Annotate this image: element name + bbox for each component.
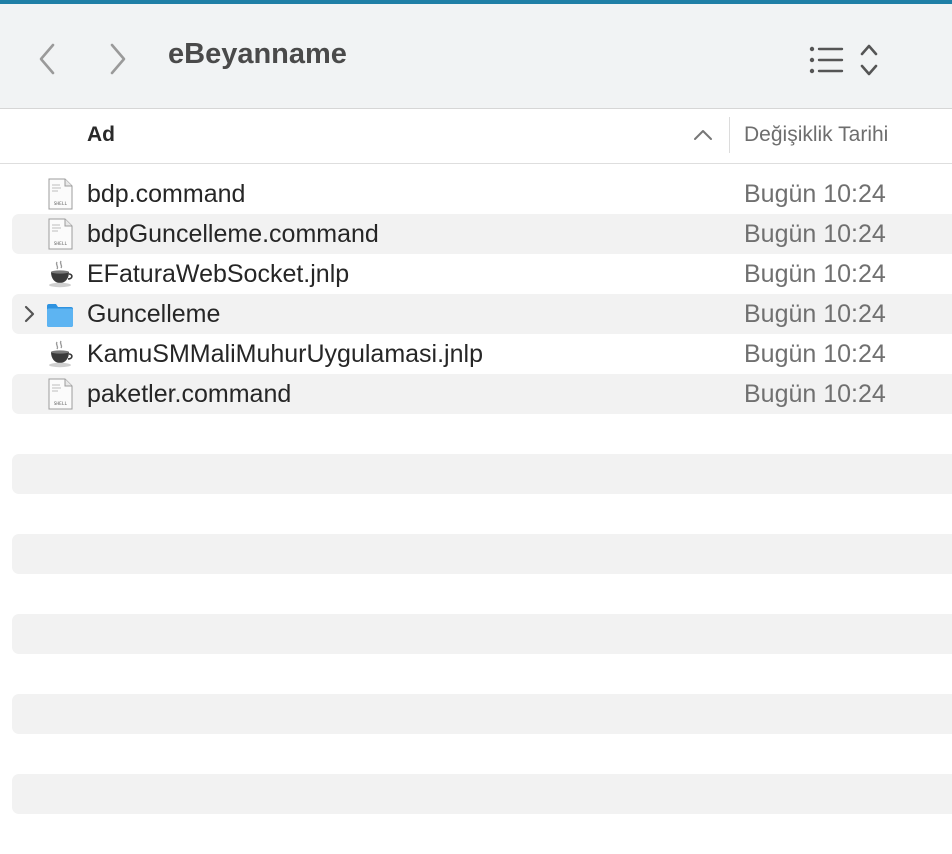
list-view-icon [809, 46, 844, 74]
up-down-chevron-icon [860, 44, 878, 76]
file-name: bdp.command [87, 180, 246, 208]
file-date: Bugün 10:24 [744, 340, 886, 368]
file-row[interactable]: KamuSMMaliMuhurUygulamasi.jnlp Bugün 10:… [0, 334, 952, 374]
file-row[interactable]: SHELL paketler.command Bugün 10:24 [0, 374, 952, 414]
view-options-button[interactable] [806, 42, 880, 78]
shell-script-icon: SHELL [48, 178, 73, 210]
shell-badge-label: SHELL [54, 401, 68, 407]
shell-script-icon: SHELL [48, 378, 73, 410]
file-name: bdpGuncelleme.command [87, 220, 379, 248]
window-title: eBeyanname [168, 38, 347, 70]
folder-icon [47, 304, 73, 327]
shell-script-icon: SHELL [48, 218, 73, 250]
chevron-right-icon [110, 43, 126, 75]
file-date: Bugün 10:24 [744, 380, 886, 408]
sort-ascending-icon[interactable] [692, 127, 714, 143]
shell-badge-label: SHELL [54, 201, 68, 207]
file-name: KamuSMMaliMuhurUygulamasi.jnlp [87, 340, 483, 368]
empty-row-stripe [12, 694, 952, 734]
file-date: Bugün 10:24 [744, 220, 886, 248]
file-row[interactable]: SHELL bdpGuncelleme.command Bugün 10:24 [0, 214, 952, 254]
forward-button[interactable] [104, 40, 132, 78]
empty-row-stripe [12, 534, 952, 574]
shell-badge-label: SHELL [54, 241, 68, 247]
folder-row[interactable]: Guncelleme Bugün 10:24 [0, 294, 952, 334]
file-date: Bugün 10:24 [744, 180, 886, 208]
file-name: Guncelleme [87, 300, 221, 328]
column-name-header[interactable]: Ad [87, 123, 115, 147]
back-button[interactable] [33, 40, 61, 78]
java-coffee-icon [49, 260, 73, 288]
file-name: EFaturaWebSocket.jnlp [87, 260, 350, 288]
file-row[interactable]: SHELL bdp.command Bugün 10:24 [0, 174, 952, 214]
toolbar: eBeyanname [0, 4, 952, 109]
column-date-header[interactable]: Değişiklik Tarihi [744, 123, 888, 147]
java-coffee-icon [49, 340, 73, 368]
file-date: Bugün 10:24 [744, 260, 886, 288]
disclosure-chevron-icon[interactable] [20, 305, 38, 323]
file-list: SHELL bdp.command Bugün 10:24 SHELL bdpG… [0, 174, 952, 414]
column-divider[interactable] [729, 117, 730, 153]
empty-row-stripe [12, 774, 952, 814]
column-header: Ad Değişiklik Tarihi [0, 109, 952, 164]
empty-row-stripe [12, 614, 952, 654]
chevron-left-icon [39, 43, 55, 75]
file-row[interactable]: EFaturaWebSocket.jnlp Bugün 10:24 [0, 254, 952, 294]
file-date: Bugün 10:24 [744, 300, 886, 328]
empty-list-area [0, 454, 952, 854]
file-name: paketler.command [87, 380, 292, 408]
empty-row-stripe [12, 454, 952, 494]
